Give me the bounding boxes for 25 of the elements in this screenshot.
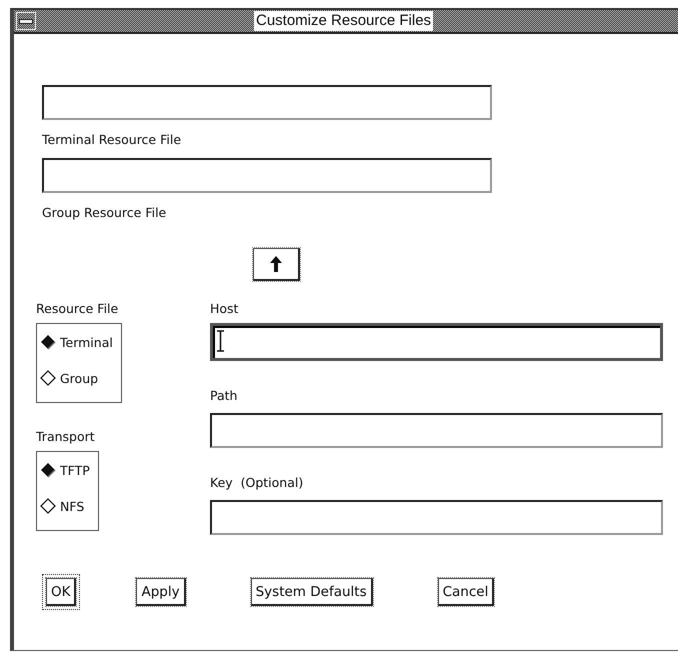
radio-option[interactable]: TFTP [39, 456, 90, 484]
text-field[interactable] [210, 413, 663, 448]
field-label: Host [210, 301, 238, 316]
text-field[interactable] [210, 323, 663, 361]
text-cursor-icon [216, 330, 225, 352]
text-field[interactable] [42, 85, 492, 120]
radio-option[interactable]: Terminal [39, 328, 113, 356]
field-label: Key (Optional) [210, 475, 304, 490]
field-label: Terminal Resource File [42, 132, 182, 147]
field-label: Group Resource File [42, 205, 166, 220]
text-field[interactable] [210, 500, 663, 535]
push-button[interactable]: Cancel [438, 578, 494, 606]
radio-option[interactable]: NFS [39, 492, 90, 520]
radio-option[interactable]: Group [39, 364, 113, 392]
move-up-button[interactable] [253, 248, 300, 281]
field-label: Path [210, 388, 238, 403]
push-button[interactable]: System Defaults [250, 578, 373, 606]
up-arrow-icon [269, 255, 283, 273]
window-title: Customize Resource Files [254, 11, 434, 31]
text-field[interactable] [42, 158, 492, 193]
push-button[interactable]: OK [46, 578, 76, 606]
push-button[interactable]: Apply [136, 578, 186, 606]
field-label: Transport [36, 429, 95, 444]
field-label: Resource File [36, 301, 118, 316]
window-menu-button[interactable] [16, 12, 36, 30]
